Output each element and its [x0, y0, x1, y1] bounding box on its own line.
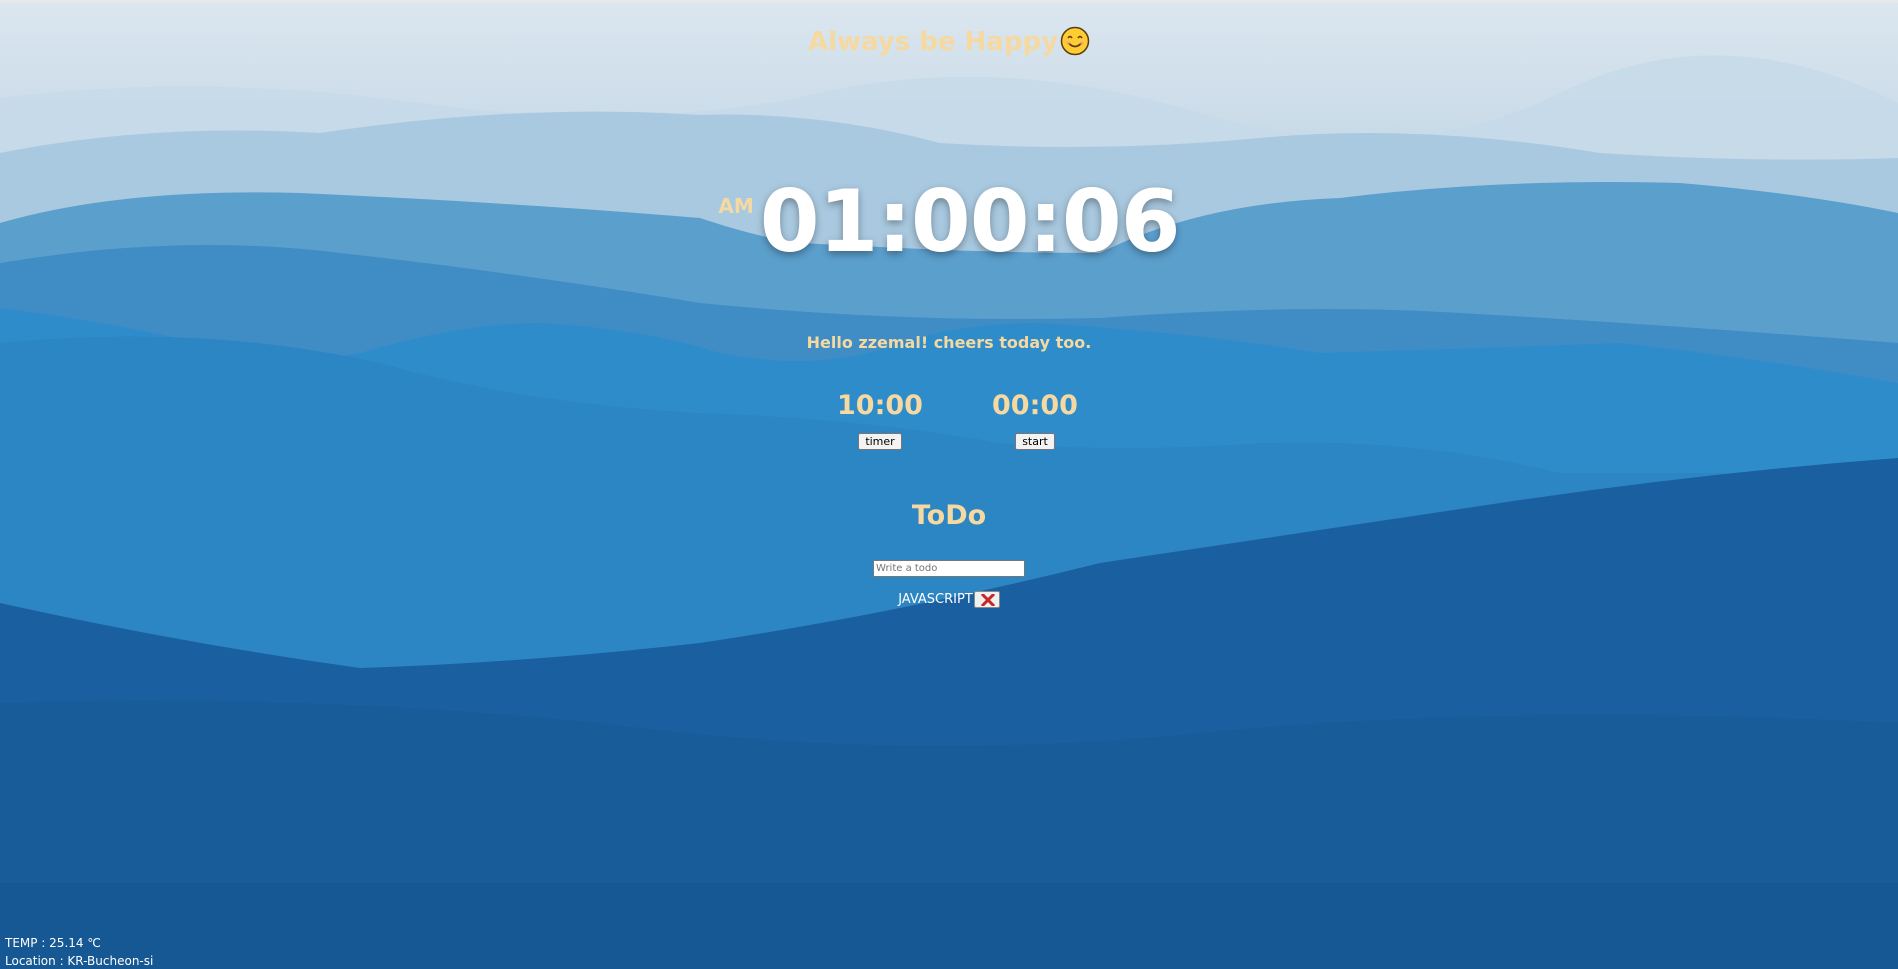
close-x-icon: [980, 594, 995, 606]
start-button[interactable]: start: [1015, 433, 1055, 450]
weather-location: Location : KR-Bucheon-si: [5, 954, 154, 968]
clock-time: 01:00:06: [759, 172, 1181, 272]
delete-todo-button[interactable]: [973, 591, 1000, 608]
timer-value: 10:00: [837, 390, 923, 421]
mountain-background: [0, 3, 1898, 969]
todo-item-text: JAVASCRIPT: [898, 592, 973, 607]
stopwatch-panel: 00:00 start: [975, 390, 1095, 450]
todo-list: JAVASCRIPT: [0, 588, 1898, 608]
timer-section: 10:00 timer 00:00 start: [0, 390, 1898, 470]
weather-info: TEMP : 25.14 ℃ Location : KR-Bucheon-si: [5, 934, 153, 969]
timer-button[interactable]: timer: [858, 433, 902, 450]
timer-panel: 10:00 timer: [820, 390, 940, 450]
todo-form: [0, 556, 1898, 577]
clock-ampm: AM: [718, 194, 754, 218]
greeting-message: Hello zzemal! cheers today too.: [806, 333, 1092, 352]
page-headline: Always be Happy: [0, 26, 1898, 57]
clock: AM01:00:06: [0, 176, 1898, 268]
todo-item: JAVASCRIPT: [898, 591, 1000, 608]
weather-temp: TEMP : 25.14 ℃: [5, 936, 101, 950]
todo-title: ToDo: [911, 500, 987, 531]
smiling-face-icon: [1060, 26, 1090, 56]
headline-text: Always be Happy: [807, 27, 1059, 57]
todo-input[interactable]: [873, 560, 1025, 577]
stopwatch-value: 00:00: [992, 390, 1078, 421]
